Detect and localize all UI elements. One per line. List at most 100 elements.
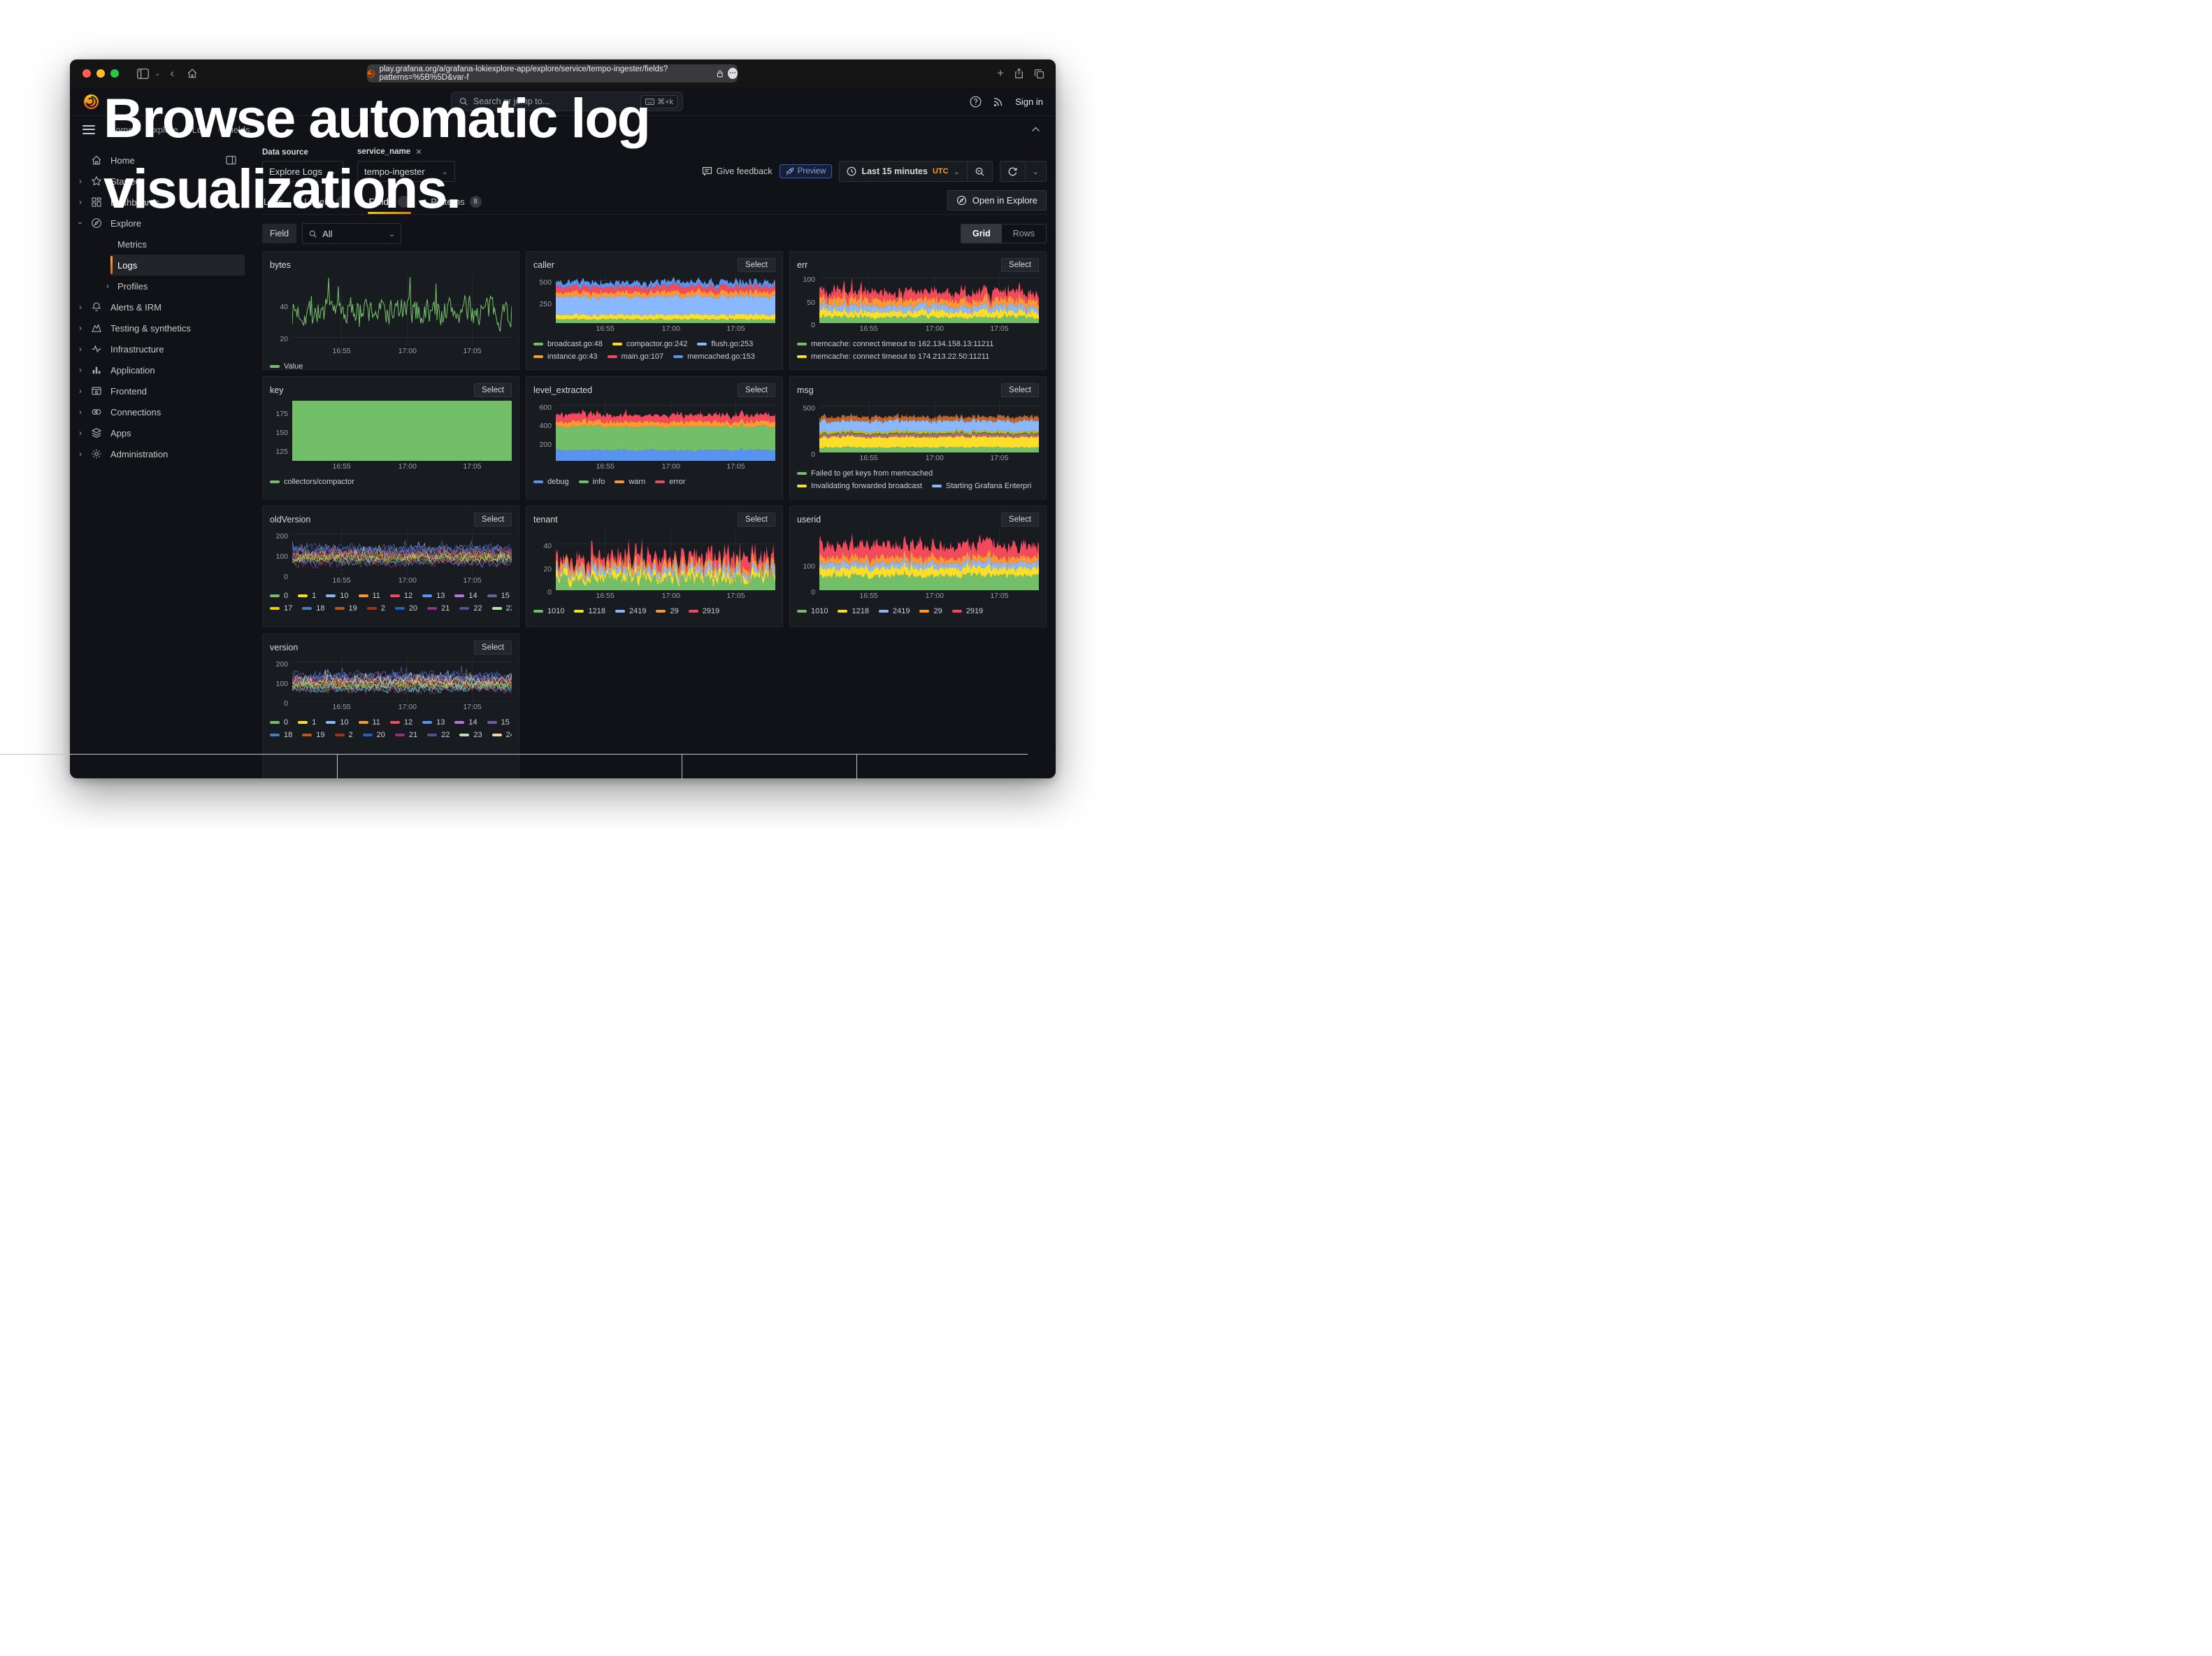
- datasource-select[interactable]: Explore Logs⌄: [262, 161, 343, 182]
- legend-item[interactable]: 21: [395, 731, 417, 739]
- chevron-right-icon[interactable]: ›: [70, 365, 91, 375]
- legend-item[interactable]: 15: [487, 718, 510, 727]
- select-button[interactable]: Select: [1001, 513, 1039, 527]
- sidebar-item-administration[interactable]: ›Administration: [70, 443, 245, 464]
- legend-item[interactable]: info: [579, 478, 605, 486]
- tab-logs[interactable]: Logs: [262, 190, 285, 214]
- breadcrumb-item-home[interactable]: Home: [109, 124, 134, 135]
- chevron-down-icon[interactable]: ›: [70, 218, 91, 228]
- select-button[interactable]: Select: [474, 513, 512, 527]
- legend-item[interactable]: 20: [395, 604, 417, 613]
- field-search-select[interactable]: All ⌄: [302, 223, 401, 244]
- breadcrumb-item-logs[interactable]: Logs: [192, 124, 212, 135]
- legend-item[interactable]: 29: [656, 607, 678, 615]
- legend-item[interactable]: 11: [359, 718, 380, 727]
- time-range-picker[interactable]: Last 15 minutes UTC ⌄: [840, 162, 966, 181]
- legend-item[interactable]: 10: [326, 718, 348, 727]
- panel-right-icon[interactable]: [226, 155, 236, 165]
- legend-item[interactable]: 1218: [838, 607, 868, 615]
- new-tab-icon[interactable]: +: [997, 66, 1004, 80]
- chevron-right-icon[interactable]: ›: [70, 407, 91, 417]
- legend-item[interactable]: 10: [326, 592, 348, 600]
- remove-filter-icon[interactable]: ✕: [415, 147, 422, 157]
- chart-oldVersion[interactable]: [292, 530, 512, 575]
- tab-patterns[interactable]: Patterns8: [429, 190, 482, 214]
- legend-item[interactable]: 22: [427, 731, 450, 739]
- legend-item[interactable]: collectors/compactor: [270, 478, 354, 486]
- select-button[interactable]: Select: [738, 383, 775, 397]
- address-bar[interactable]: play.grafana.org/a/grafana-lokiexplore-a…: [367, 64, 738, 83]
- sidebar-item-infrastructure[interactable]: ›Infrastructure: [70, 338, 245, 359]
- chevron-right-icon[interactable]: ›: [106, 281, 117, 291]
- sidebar-item-starred[interactable]: ›Starred: [70, 171, 245, 192]
- legend-item[interactable]: 13: [422, 718, 445, 727]
- chevron-right-icon[interactable]: ›: [70, 344, 91, 354]
- legend-item[interactable]: memcache: connect timeout to 174.213.22.…: [797, 352, 989, 361]
- legend-item[interactable]: memcached.go:153: [673, 352, 755, 361]
- legend-item[interactable]: 2419: [615, 607, 646, 615]
- sidebar-item-profiles[interactable]: ›Profiles: [70, 276, 245, 297]
- legend-item[interactable]: error: [655, 478, 685, 486]
- breadcrumb-item-fields[interactable]: Fields: [226, 124, 250, 135]
- sidebar-item-frontend[interactable]: ›Frontend: [70, 380, 245, 401]
- select-button[interactable]: Select: [1001, 258, 1039, 272]
- sidebar-item-home[interactable]: Home: [70, 150, 245, 171]
- legend-item[interactable]: 2919: [689, 607, 719, 615]
- legend-item[interactable]: instance.go:43: [533, 352, 598, 361]
- sidebar-item-connections[interactable]: ›Connections: [70, 401, 245, 422]
- legend-item[interactable]: 2419: [879, 607, 910, 615]
- select-button[interactable]: Select: [474, 641, 512, 655]
- legend-item[interactable]: Failed to get keys from memcached: [797, 469, 933, 478]
- chart-bytes[interactable]: [292, 276, 512, 345]
- tab-overview-chevron-icon[interactable]: ⌄: [155, 70, 160, 78]
- preview-badge[interactable]: Preview: [780, 164, 833, 178]
- sign-in-link[interactable]: Sign in: [1015, 97, 1043, 107]
- give-feedback-link[interactable]: Give feedback: [702, 166, 773, 176]
- select-button[interactable]: Select: [738, 258, 775, 272]
- legend-item[interactable]: broadcast.go:48: [533, 340, 603, 348]
- sidebar-item-explore[interactable]: ›Explore: [70, 213, 245, 234]
- refresh-button[interactable]: [1000, 162, 1025, 181]
- chart-version[interactable]: [292, 658, 512, 701]
- legend-item[interactable]: 1: [298, 718, 316, 727]
- home-page-icon[interactable]: [187, 68, 198, 79]
- chart-err[interactable]: [819, 276, 1039, 323]
- search-input[interactable]: Search or jump to... ⌘+k: [451, 92, 683, 111]
- sidebar-item-metrics[interactable]: Metrics: [70, 234, 245, 255]
- chart-caller[interactable]: [556, 276, 775, 323]
- legend-item[interactable]: 17: [270, 604, 292, 613]
- chevron-right-icon[interactable]: ›: [70, 428, 91, 438]
- legend-item[interactable]: 18: [270, 731, 292, 739]
- breadcrumb-item-explore[interactable]: Explore: [148, 124, 178, 135]
- tabs-copy-icon[interactable]: [1034, 69, 1044, 79]
- legend-item[interactable]: 1010: [533, 607, 564, 615]
- sidebar-toggle-icon[interactable]: [137, 69, 149, 79]
- legend-item[interactable]: debug: [533, 478, 569, 486]
- legend-item[interactable]: main.go:107: [608, 352, 664, 361]
- minimize-window-button[interactable]: [96, 69, 105, 78]
- zoom-window-button[interactable]: [110, 69, 119, 78]
- legend-item[interactable]: 1218: [574, 607, 605, 615]
- legend-item[interactable]: 18: [302, 604, 324, 613]
- zoom-out-time-button[interactable]: [967, 162, 992, 181]
- open-in-explore-button[interactable]: Open in Explore: [947, 190, 1047, 210]
- legend-item[interactable]: 13: [422, 592, 445, 600]
- chart-key[interactable]: [292, 401, 512, 461]
- chevron-right-icon[interactable]: ›: [70, 176, 91, 186]
- sidebar-item-apps[interactable]: ›Apps: [70, 422, 245, 443]
- legend-item[interactable]: 14: [454, 592, 477, 600]
- legend-item[interactable]: Starting Grafana Enterpri: [932, 482, 1031, 490]
- tab-fields[interactable]: Fields: [368, 190, 412, 214]
- legend-item[interactable]: 2: [335, 731, 353, 739]
- legend-item[interactable]: 19: [302, 731, 324, 739]
- select-button[interactable]: Select: [1001, 383, 1039, 397]
- legend-item[interactable]: 15: [487, 592, 510, 600]
- refresh-interval-chevron[interactable]: ⌄: [1025, 162, 1046, 181]
- chevron-right-icon[interactable]: ›: [70, 302, 91, 312]
- sidebar-item-alerts-irm[interactable]: ›Alerts & IRM: [70, 297, 245, 317]
- legend-item[interactable]: 20: [363, 731, 385, 739]
- legend-item[interactable]: 24: [492, 731, 512, 739]
- legend-item[interactable]: 14: [454, 718, 477, 727]
- sidebar-item-dashboards[interactable]: ›Dashboards: [70, 192, 245, 213]
- legend-item[interactable]: 0: [270, 718, 288, 727]
